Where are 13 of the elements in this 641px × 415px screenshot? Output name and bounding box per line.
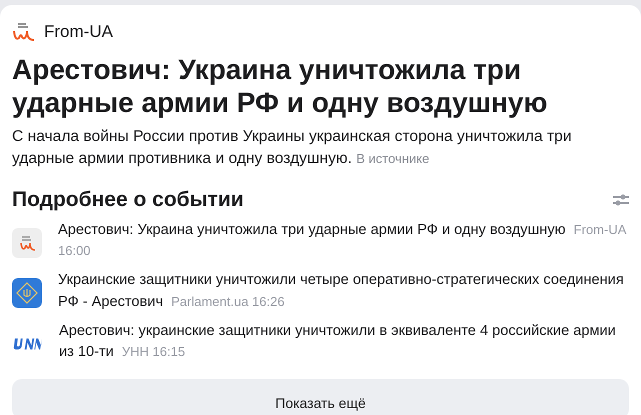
emblem-icon [12, 278, 42, 308]
story-link[interactable]: Арестович: украинские защитники уничтожили в эквиваленте 4 российские армии из 10-ти УНН 16:15 [59, 320, 629, 364]
settings-icon[interactable] [613, 192, 629, 206]
show-more-button[interactable]: Показать ещё [12, 379, 629, 415]
source-name[interactable]: From-UA [44, 19, 113, 44]
logo-icon [13, 338, 43, 350]
story-link[interactable]: Арестович: Украина уничтожила три ударные армии РФ и одну воздушную From-UA 16:00 [58, 220, 629, 262]
logo-icon [12, 228, 42, 258]
article-title: Арестович: Украина уничтожила три ударные армии РФ и одну воздушную [12, 52, 548, 120]
story-link[interactable]: Украинские защитники уничтожили четыре оперативно-стратегических соединения РФ - Арестович Parlament.ua 16:26 [58, 270, 629, 313]
summary-text: С начала войны России против Украины украинская сторона уничтожила три ударные армии противника и одну воздушную. В источнике [12, 126, 573, 170]
section-title: Подробнее о событии [12, 186, 244, 212]
logo-icon [12, 20, 36, 43]
